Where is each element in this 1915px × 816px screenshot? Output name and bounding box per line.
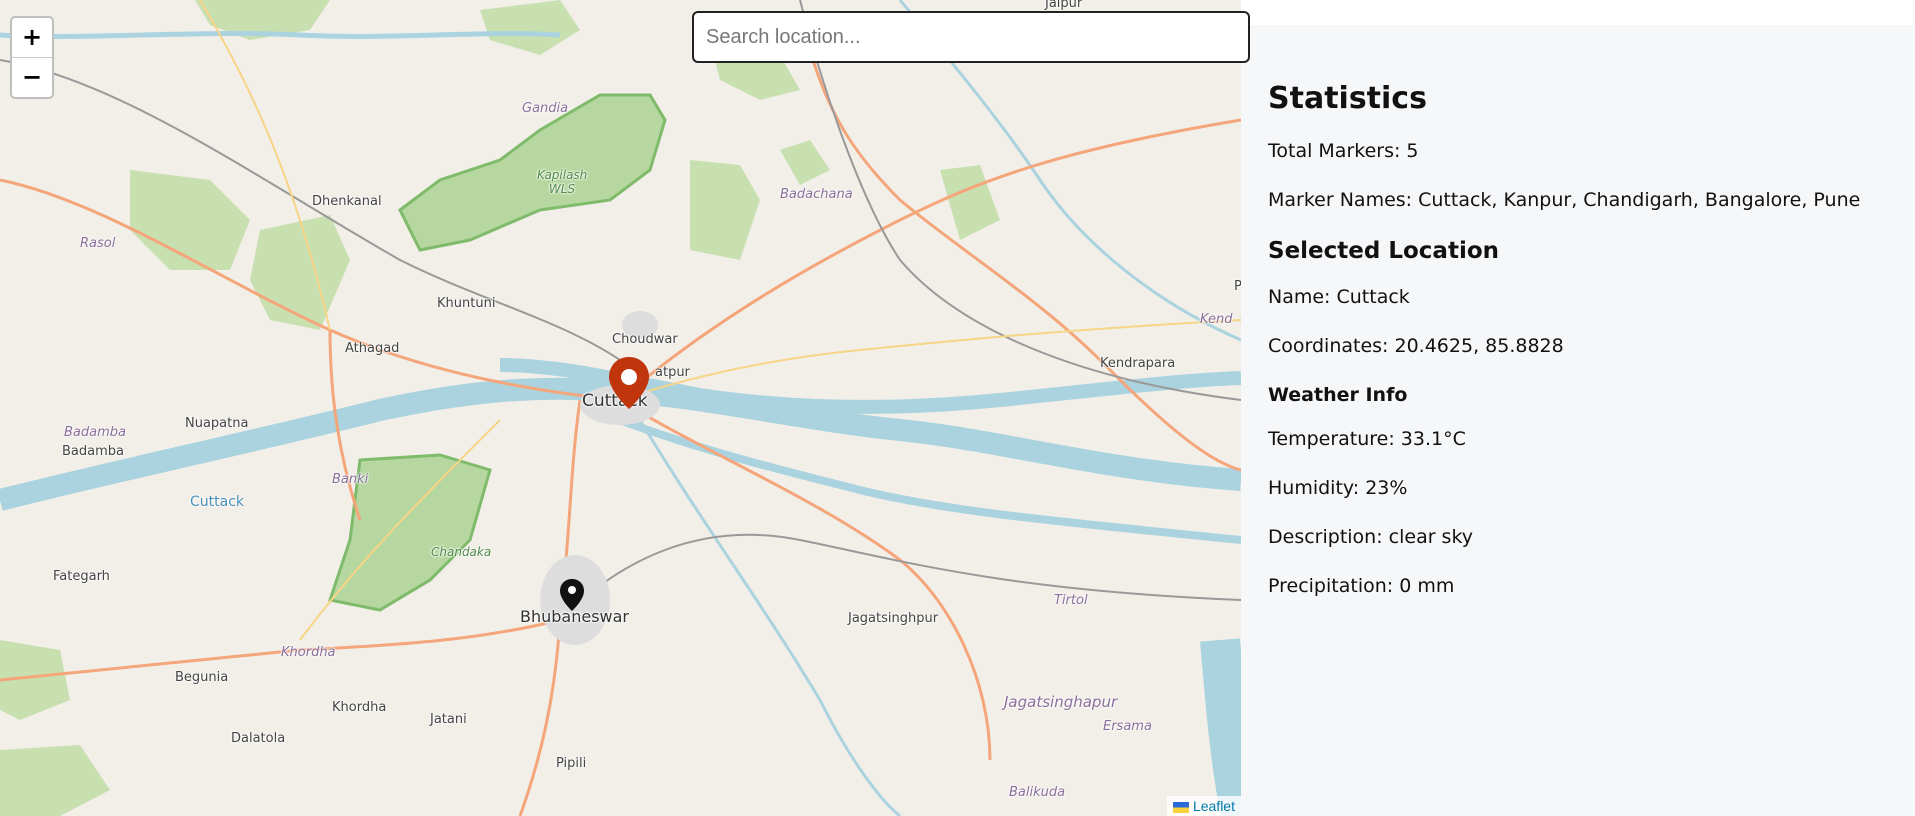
zoom-out-button[interactable]: − bbox=[12, 58, 52, 97]
ukraine-flag-icon bbox=[1172, 801, 1189, 813]
place-label: Badamba bbox=[64, 425, 126, 440]
map-attribution: Leaflet bbox=[1166, 796, 1241, 816]
temperature-text: Temperature: 33.1°C bbox=[1268, 428, 1466, 450]
selected-marker-icon[interactable] bbox=[607, 355, 651, 411]
search-input[interactable] bbox=[692, 11, 1250, 63]
place-label: Begunia bbox=[175, 670, 229, 685]
place-label: Athagad bbox=[345, 341, 400, 356]
place-label: Jaipur bbox=[1045, 0, 1083, 11]
selected-name-text: Name: Cuttack bbox=[1268, 286, 1410, 308]
location-marker-icon[interactable] bbox=[559, 578, 585, 612]
place-label: Chandaka bbox=[431, 545, 492, 559]
place-label: Dalatola bbox=[231, 731, 286, 746]
place-label: Rasol bbox=[80, 236, 116, 251]
marker-names-text: Marker Names: Cuttack, Kanpur, Chandigar… bbox=[1268, 189, 1861, 211]
selected-location-title: Selected Location bbox=[1268, 238, 1500, 264]
place-label: Fategarh bbox=[53, 569, 110, 584]
humidity-text: Humidity: 23% bbox=[1268, 477, 1408, 499]
place-label: Cuttack bbox=[190, 494, 245, 510]
place-label: Jagatsinghapur bbox=[1004, 693, 1118, 711]
place-label: Badamba bbox=[62, 444, 124, 459]
place-label: Choudwar bbox=[612, 332, 678, 347]
place-label: Kendrapara bbox=[1100, 356, 1176, 371]
place-label: Banki bbox=[332, 472, 369, 487]
place-label: Balikuda bbox=[1009, 785, 1066, 800]
place-label: Kend bbox=[1200, 312, 1233, 327]
map-view[interactable]: Jaipur Gandia Kapilash WLS Badachana Dhe… bbox=[0, 0, 1241, 816]
place-label: Ersama bbox=[1103, 719, 1152, 734]
description-text: Description: clear sky bbox=[1268, 526, 1474, 548]
statistics-title: Statistics bbox=[1268, 81, 1427, 116]
zoom-control: + − bbox=[10, 16, 54, 99]
info-panel: Statistics Total Markers: 5 Marker Names… bbox=[1241, 25, 1915, 816]
place-label: Badachana bbox=[780, 187, 853, 202]
place-label: Khuntuni bbox=[437, 296, 496, 311]
place-label: atpur bbox=[655, 365, 690, 380]
place-label: Gandia bbox=[522, 101, 569, 116]
place-label: Jatani bbox=[430, 712, 467, 727]
place-label: Khordha bbox=[281, 645, 336, 660]
place-label: Jagatsinghpur bbox=[848, 611, 939, 626]
place-label: Khordha bbox=[332, 700, 387, 715]
place-label: P bbox=[1234, 279, 1241, 294]
zoom-in-button[interactable]: + bbox=[12, 18, 52, 58]
weather-info-title: Weather Info bbox=[1268, 384, 1408, 406]
place-label: Kapilash WLS bbox=[537, 168, 588, 196]
place-label: Dhenkanal bbox=[312, 194, 382, 209]
selected-coordinates-text: Coordinates: 20.4625, 85.8828 bbox=[1268, 335, 1564, 357]
precipitation-text: Precipitation: 0 mm bbox=[1268, 575, 1455, 597]
leaflet-link[interactable]: Leaflet bbox=[1193, 798, 1235, 814]
place-label: Tirtol bbox=[1054, 593, 1088, 608]
top-strip bbox=[1241, 0, 1915, 25]
place-label: Nuapatna bbox=[185, 416, 249, 431]
place-label: Pipili bbox=[556, 756, 587, 771]
total-markers-text: Total Markers: 5 bbox=[1268, 140, 1419, 162]
